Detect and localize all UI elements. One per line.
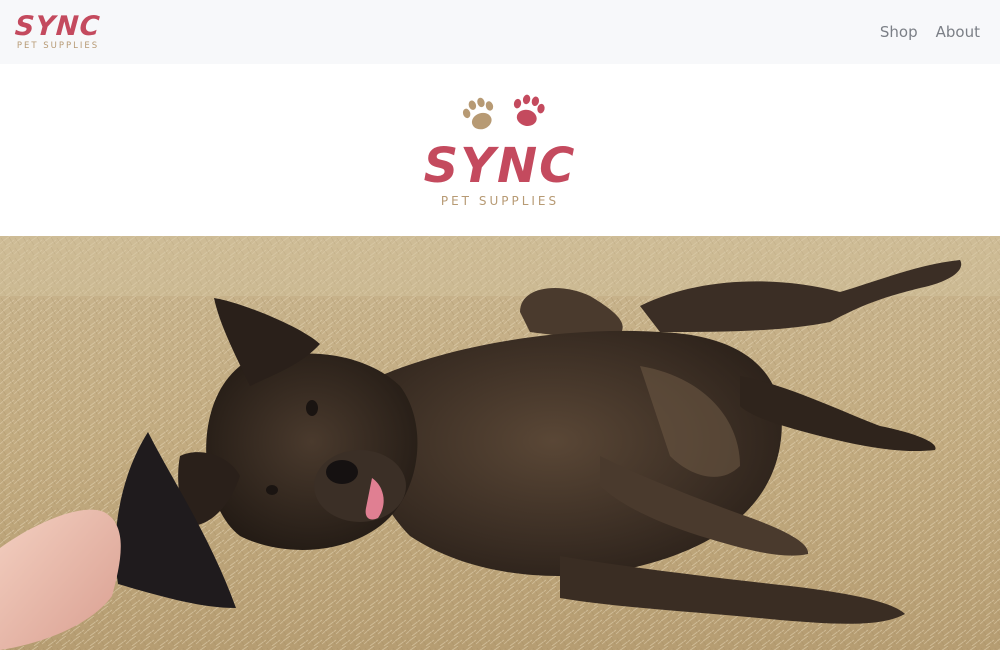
brand-logo-link[interactable]: SYNC PET SUPPLIES	[14, 11, 102, 51]
brand-tagline: PET SUPPLIES	[16, 41, 100, 51]
hero-logo-tagline: PET SUPPLIES	[440, 194, 560, 208]
hero-photo	[0, 236, 1000, 650]
hero-logo-wordmark: SYNC	[423, 138, 577, 194]
nav-links: Shop About	[880, 23, 980, 41]
brand-wordmark: SYNC	[14, 11, 102, 42]
dog-photo-illustration	[0, 236, 1000, 650]
nav-link-shop[interactable]: Shop	[880, 23, 918, 41]
nav-link-about[interactable]: About	[936, 23, 980, 41]
top-navbar: SYNC PET SUPPLIES Shop About	[0, 0, 1000, 64]
paw-prints-icon	[462, 94, 545, 130]
